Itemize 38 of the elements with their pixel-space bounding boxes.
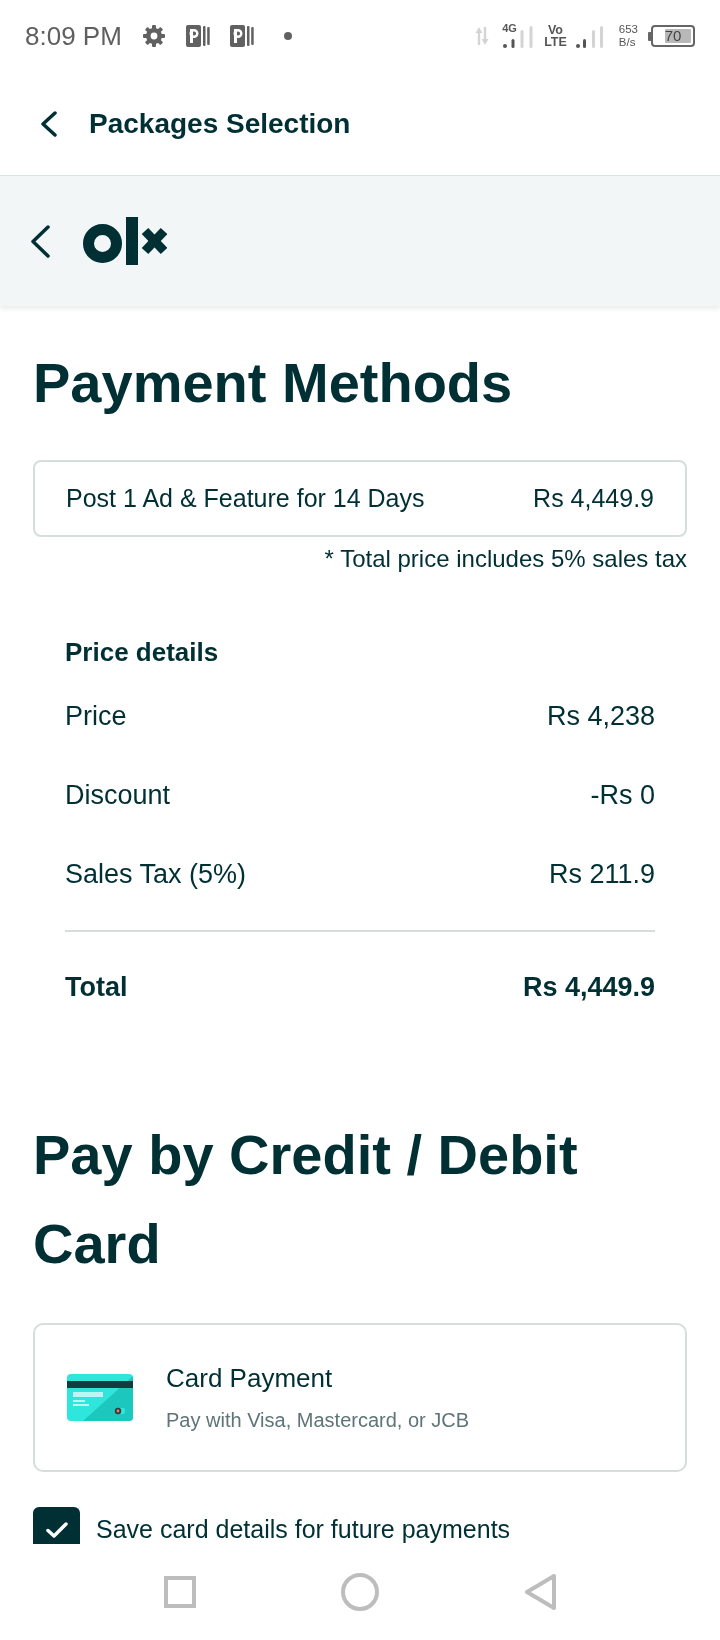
back-icon[interactable]: [40, 110, 57, 137]
package-name: Post 1 Ad & Feature for 14 Days: [66, 484, 425, 513]
network-speed-unit: B/s: [618, 36, 636, 49]
data-transfer-icon: [475, 27, 490, 45]
price-value: -Rs 0: [590, 780, 655, 811]
status-time: 8:09 PM: [25, 20, 122, 52]
stacked-cards-icon: [185, 24, 210, 48]
price-label: Sales Tax (5%): [65, 859, 247, 890]
tax-note: * Total price includes 5% sales tax: [324, 544, 687, 574]
check-icon: [45, 1522, 68, 1538]
section-title: Price details: [65, 637, 219, 667]
total-label: Total: [65, 972, 128, 1003]
stacked-cards-icon: [229, 24, 254, 48]
volte-label: LTE: [544, 36, 567, 48]
price-value: Rs 211.9: [548, 859, 655, 890]
signal-icon: [502, 25, 536, 48]
back-icon[interactable]: [30, 224, 50, 258]
signal-icon: [574, 26, 605, 48]
screen-title: Packages Selection: [89, 107, 351, 140]
network-type-label: 4G: [502, 22, 517, 34]
price-value: Rs 4,238: [546, 701, 655, 732]
method-title: Card Payment: [166, 1362, 333, 1395]
battery-percent: 70: [664, 28, 682, 44]
page-title: Payment Methods: [33, 350, 514, 416]
save-card-label: Save card details for future payments: [96, 1514, 511, 1544]
package-price: Rs 4,449.9: [533, 484, 654, 513]
card-payment-option[interactable]: Card Payment Pay with Visa, Mastercard, or JCB: [33, 1323, 687, 1472]
total-value: Rs 4,449.9: [522, 972, 655, 1003]
settings-icon: [141, 24, 166, 48]
save-card-checkbox[interactable]: [33, 1507, 80, 1544]
credit-card-icon: [67, 1374, 133, 1421]
notification-dot-icon: [283, 32, 292, 40]
price-label: Discount: [65, 780, 171, 811]
network-speed: 653: [618, 23, 638, 36]
price-label: Price: [65, 701, 127, 732]
section-heading: Pay by Credit / Debit Card: [33, 1122, 579, 1277]
volte-label: Vo: [547, 24, 563, 36]
method-subtitle: Pay with Visa, Mastercard, or JCB: [166, 1408, 470, 1433]
